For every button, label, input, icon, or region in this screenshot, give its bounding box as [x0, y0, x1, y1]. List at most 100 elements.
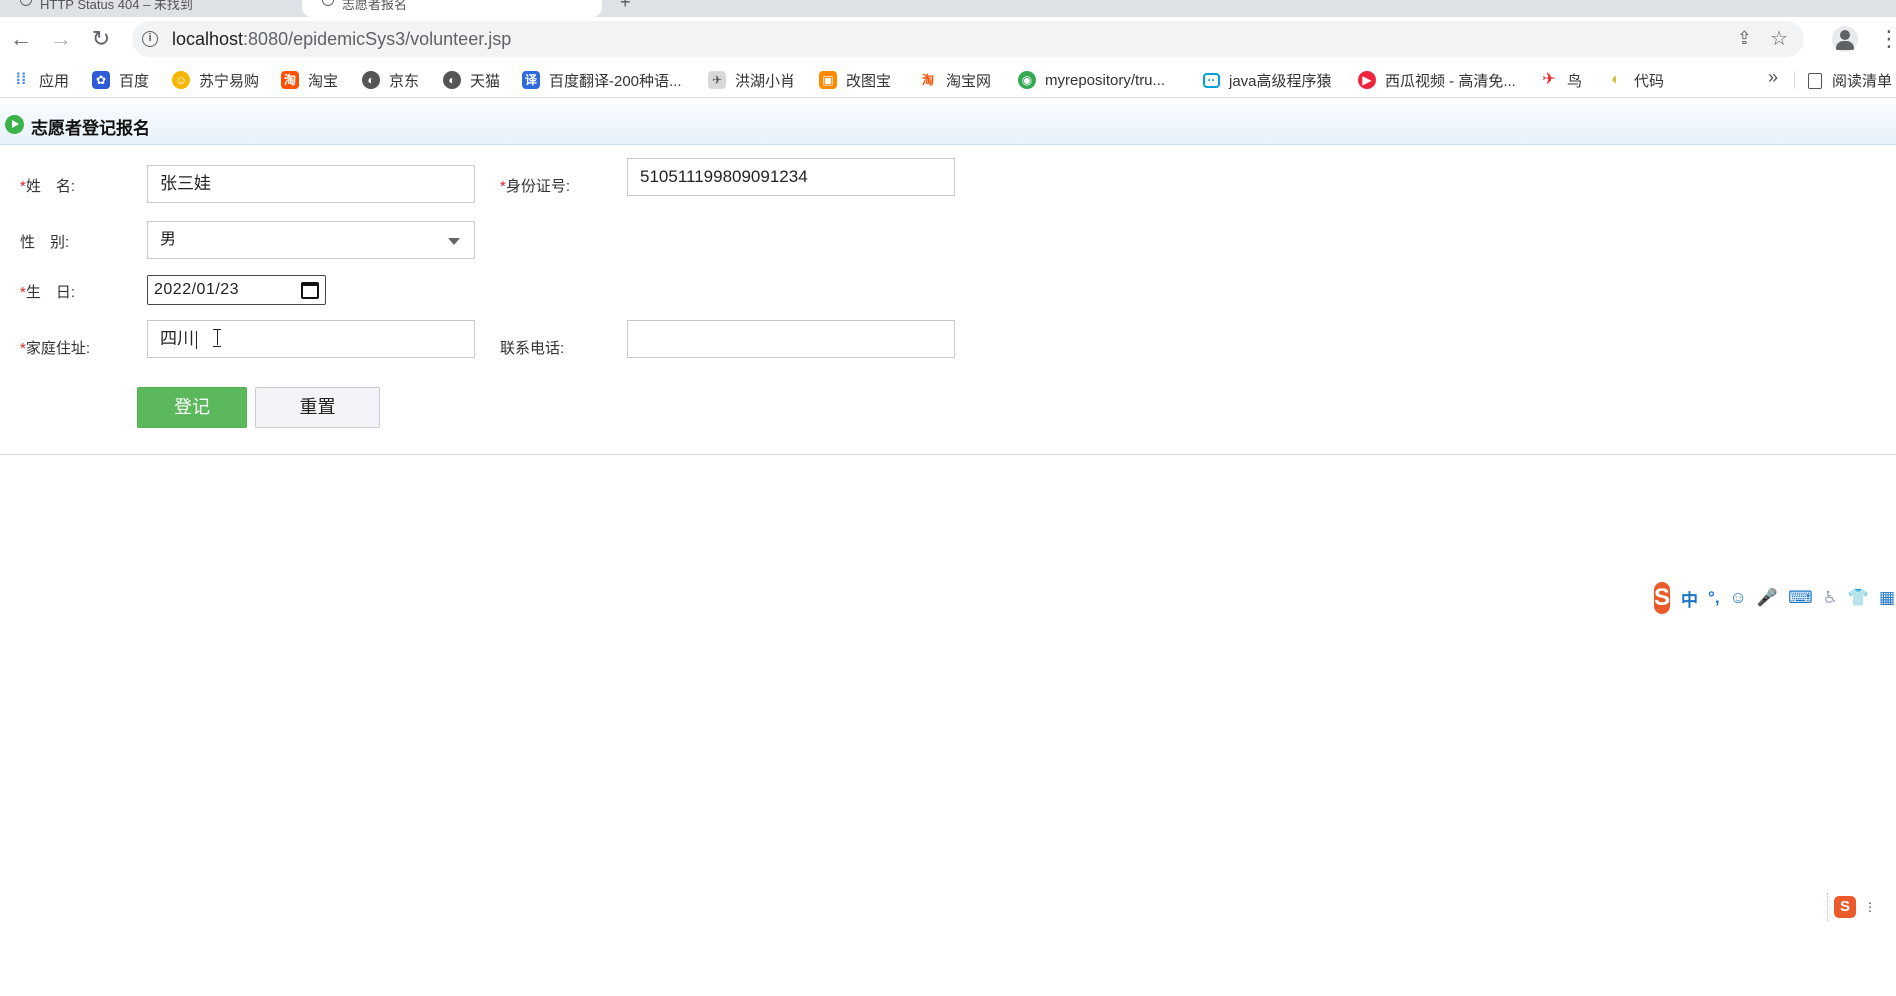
bookmarks-divider — [1794, 71, 1795, 89]
browser-menu-icon[interactable]: ⋮ — [1878, 25, 1896, 53]
bookmarks-more-icon[interactable]: » — [1768, 67, 1778, 88]
bookmark-apps[interactable]: ⁞⁞ 应用 — [12, 70, 69, 90]
reset-button[interactable]: 重置 — [255, 387, 380, 428]
xigua-icon: ▶ — [1358, 71, 1376, 89]
bookmark-label: myrepository/tru... — [1045, 71, 1166, 89]
suning-icon: ☺ — [172, 71, 190, 89]
code-icon: ◐ — [1611, 71, 1621, 88]
bookmark-suning[interactable]: ☺ 苏宁易购 — [172, 70, 259, 90]
content-divider — [0, 454, 1896, 455]
text-caret — [196, 330, 197, 349]
address-input[interactable]: 四川 — [147, 320, 475, 358]
ime-punctuation-icon[interactable]: °, — [1708, 588, 1720, 608]
profile-avatar-icon[interactable] — [1832, 26, 1858, 52]
gender-label: 性 别: — [20, 234, 70, 251]
tab-volunteer[interactable]: 志愿者报名 — [302, 0, 602, 17]
phone-input[interactable] — [627, 320, 955, 358]
bookmark-label: 应用 — [39, 72, 70, 90]
reading-list-button[interactable]: 阅读清单 — [1808, 70, 1892, 91]
tab-title: 志愿者报名 — [342, 0, 408, 12]
sogou-logo-icon[interactable]: S — [1834, 896, 1856, 918]
gender-select[interactable]: 男 — [147, 221, 475, 259]
id-number-label: *身份证号: — [500, 175, 570, 196]
bookmark-baidu-translate[interactable]: 译 百度翻译-200种语... — [522, 70, 682, 90]
address-bar[interactable]: i localhost:8080/epidemicSys3/volunteer.… — [132, 21, 1804, 57]
ime-voice-icon[interactable]: 🎤 — [1757, 588, 1778, 608]
bookmark-label: 淘宝网 — [946, 72, 992, 90]
bookmark-label: 京东 — [389, 72, 420, 90]
reading-list-icon — [1808, 72, 1822, 89]
id-number-label-text: 身份证号: — [505, 178, 571, 195]
name-label: *姓 名: — [20, 175, 75, 196]
text-cursor-icon — [213, 329, 221, 347]
taobao-icon: 淘 — [281, 71, 299, 89]
name-input[interactable]: 张三娃 — [147, 165, 475, 203]
name-label-text: 姓 名: — [25, 178, 76, 195]
forward-arrow-icon[interactable]: → — [47, 25, 75, 53]
browser-toolbar: ← → ↻ i localhost:8080/epidemicSys3/volu… — [0, 17, 1896, 61]
ime-toolbox-icon[interactable]: ▦ — [1879, 588, 1895, 608]
calendar-icon[interactable] — [301, 282, 319, 299]
sogou-logo-icon[interactable]: S — [1654, 582, 1671, 614]
bookmark-label: 淘宝 — [308, 72, 339, 90]
ime-more-icon[interactable]: ⋮ — [1864, 900, 1876, 914]
birthday-value: 2022/01/23 — [154, 281, 240, 298]
ime-keyboard-icon[interactable]: ⌨ — [1788, 588, 1813, 608]
id-number-input[interactable]: 510511199809091234 — [627, 158, 955, 196]
page-title: 志愿者登记报名 — [31, 119, 150, 138]
address-label: *家庭住址: — [20, 337, 90, 358]
ime-chinese-mode[interactable]: 中 — [1681, 586, 1698, 611]
reading-list-label: 阅读清单 — [1832, 73, 1893, 90]
bookmark-label: 洪湖小肖 — [735, 72, 796, 90]
ime-mini-bar[interactable]: S ⋮ — [1827, 893, 1887, 921]
bookmarks-bar: ⁞⁞ 应用 ✿ 百度 ☺ 苏宁易购 淘 淘宝 ◐ 京东 ◐ 天猫 译 百度翻译-… — [0, 61, 1896, 98]
bookmark-label: 天猫 — [470, 72, 501, 90]
birthday-date-input[interactable]: 2022/01/23 — [147, 275, 326, 305]
bookmark-label: 鸟 — [1567, 72, 1583, 90]
phone-label: 联系电话: — [500, 340, 565, 357]
bookmark-bird[interactable]: ✈ 鸟 — [1540, 70, 1582, 90]
bookmark-star-icon[interactable]: ☆ — [1770, 26, 1788, 51]
site-info-icon[interactable]: i — [142, 31, 158, 47]
bookmark-code[interactable]: ◐ 代码 — [1607, 70, 1664, 90]
bookmark-java[interactable]: ·· java高级程序猿 — [1203, 70, 1332, 90]
globe-icon — [322, 0, 334, 6]
bookmark-jd[interactable]: ◐ 京东 — [362, 70, 419, 90]
apps-grid-icon: ⁞⁞ — [15, 71, 27, 88]
ime-toolbar[interactable]: S 中 °, ☺ 🎤 ⌨ ♿ 👕 ▦ — [1654, 580, 1896, 616]
gaitubao-icon: ▣ — [819, 71, 837, 89]
bookmark-gaitubao[interactable]: ▣ 改图宝 — [819, 70, 891, 90]
reload-icon[interactable]: ↻ — [87, 25, 115, 53]
back-arrow-icon[interactable]: ← — [7, 25, 35, 53]
tab-strip: HTTP Status 404 – 未找到 志愿者报名 + — [0, 0, 1896, 17]
panel-header: 志愿者登记报名 — [0, 104, 1896, 145]
submit-button[interactable]: 登记 — [137, 387, 247, 428]
gender-selected-value: 男 — [160, 231, 177, 248]
taobao-icon: 淘 — [921, 73, 934, 87]
ime-accessibility-icon[interactable]: ♿ — [1823, 588, 1838, 608]
globe-icon — [20, 0, 32, 6]
tab-404[interactable]: HTTP Status 404 – 未找到 — [0, 0, 300, 17]
bookmark-xigua[interactable]: ▶ 西瓜视频 - 高清免... — [1358, 70, 1516, 90]
bookmark-baidu[interactable]: ✿ 百度 — [92, 70, 149, 90]
address-value: 四川 — [160, 329, 194, 348]
bee-icon: ✈ — [708, 71, 726, 89]
baidu-paw-icon: ✿ — [92, 71, 110, 89]
bookmark-honghu[interactable]: ✈ 洪湖小肖 — [708, 70, 795, 90]
new-tab-icon[interactable]: + — [620, 0, 631, 13]
bookmark-myrepository[interactable]: ◉ myrepository/tru... — [1018, 70, 1165, 90]
address-label-text: 家庭住址: — [25, 340, 91, 357]
url-text[interactable]: localhost:8080/epidemicSys3/volunteer.js… — [172, 29, 511, 50]
bookmark-label: 西瓜视频 - 高清免... — [1385, 72, 1516, 90]
bilibili-icon: ·· — [1203, 72, 1220, 88]
share-icon[interactable]: ⇪ — [1737, 28, 1752, 49]
bookmark-taobao[interactable]: 淘 淘宝 — [281, 70, 338, 90]
bookmark-taobao-net[interactable]: 淘 淘宝网 — [919, 70, 991, 90]
bookmark-label: java高级程序猿 — [1229, 72, 1332, 90]
tab-title: HTTP Status 404 – 未找到 — [40, 0, 193, 12]
bookmark-label: 百度翻译-200种语... — [549, 72, 682, 90]
ime-skin-icon[interactable]: 👕 — [1848, 588, 1869, 608]
bookmark-label: 苏宁易购 — [199, 72, 260, 90]
ime-emoji-icon[interactable]: ☺ — [1730, 588, 1747, 608]
bookmark-tmall[interactable]: ◐ 天猫 — [443, 70, 500, 90]
